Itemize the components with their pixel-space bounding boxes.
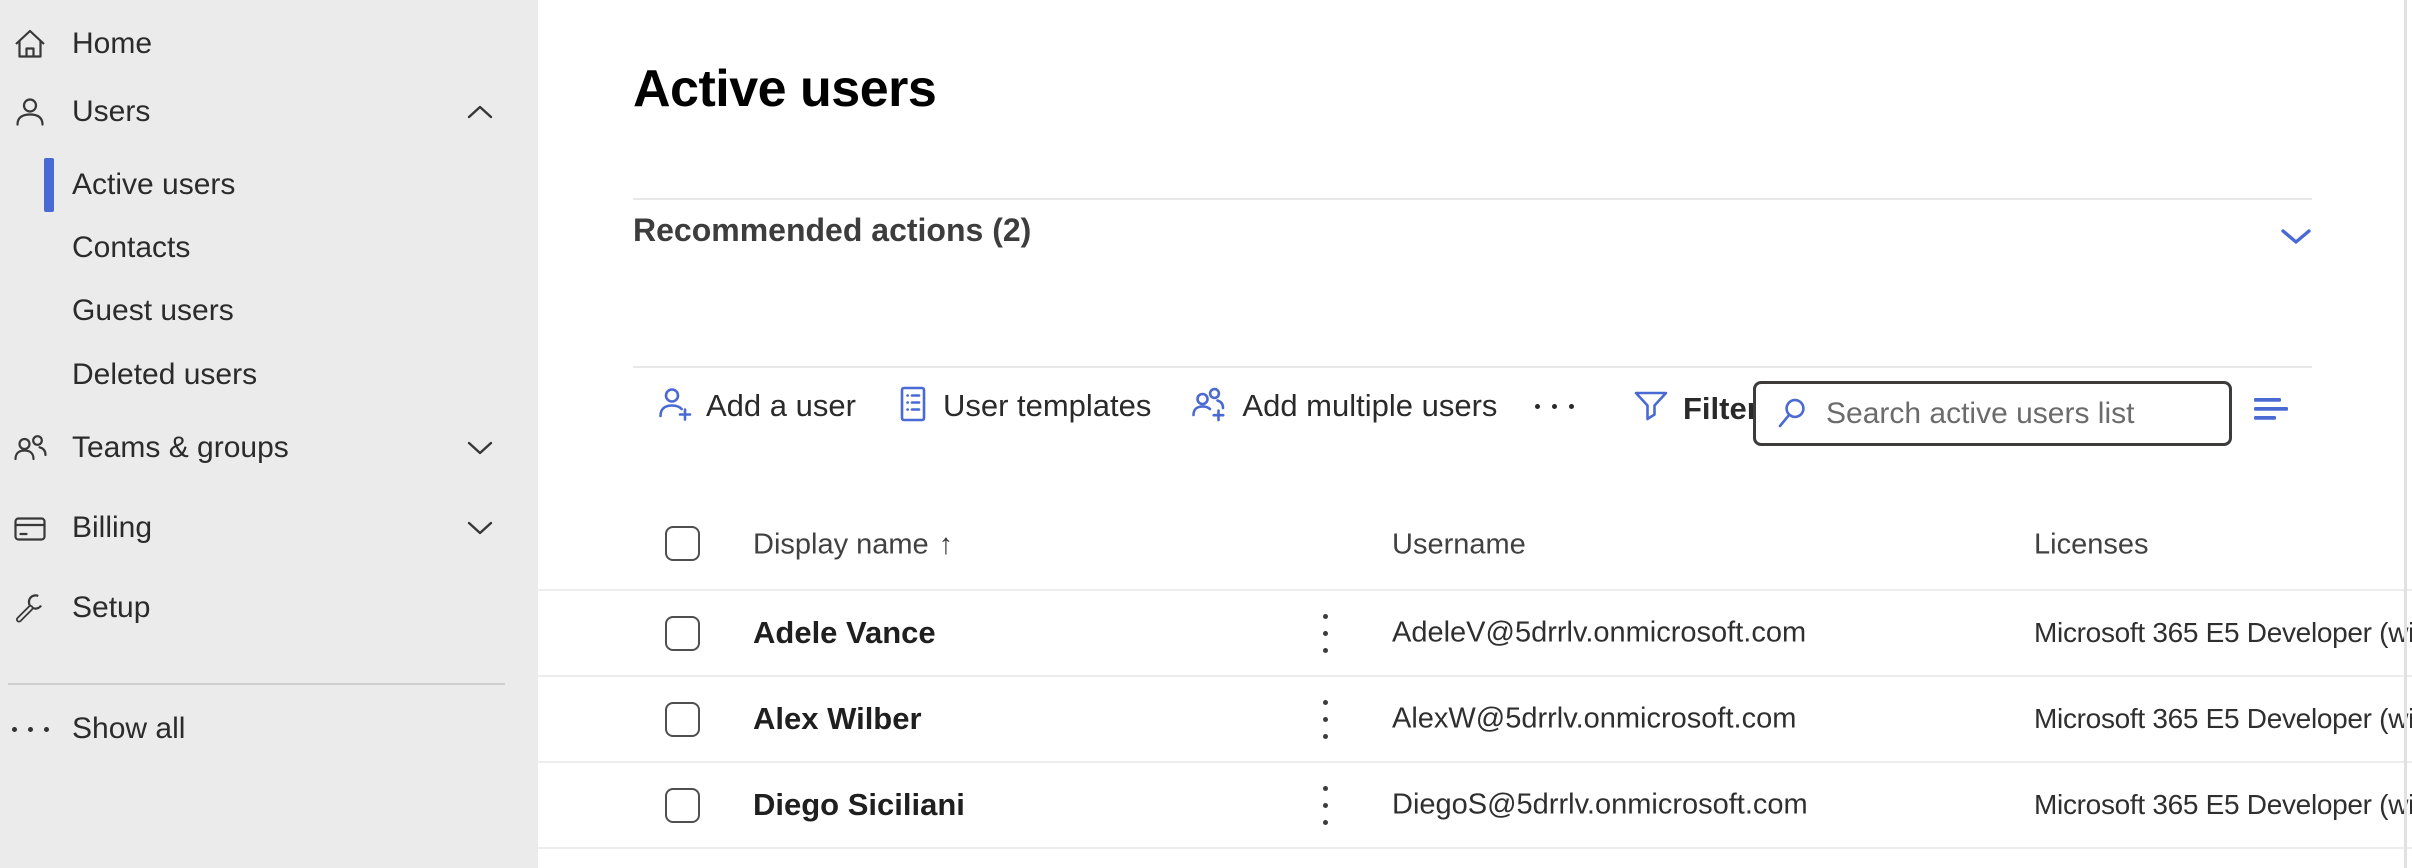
username-cell: AdeleV@5drrlv.onmicrosoft.com bbox=[1392, 617, 1806, 650]
table-row[interactable]: Diego Siciliani DiegoS@5drrlv.onmicrosof… bbox=[538, 763, 2412, 849]
sidebar-item-teams-groups[interactable]: Teams & groups bbox=[0, 420, 538, 476]
sidebar-item-guest-users[interactable]: Guest users bbox=[0, 283, 538, 339]
main-content: Active users Recommended actions (2) Add… bbox=[538, 0, 2412, 868]
table-row[interactable]: Adele Vance AdeleV@5drrlv.onmicrosoft.co… bbox=[538, 591, 2412, 677]
sidebar: Home Users Active users Contacts Guest u bbox=[0, 0, 538, 868]
add-user-label: Add a user bbox=[706, 388, 856, 424]
username-cell: AlexW@5drrlv.onmicrosoft.com bbox=[1392, 703, 1796, 736]
person-icon bbox=[10, 92, 50, 132]
sidebar-item-label: Show all bbox=[72, 712, 185, 746]
recommended-actions-heading: Recommended actions (2) bbox=[633, 212, 1031, 249]
display-name-cell[interactable]: Diego Siciliani bbox=[753, 787, 965, 823]
row-actions-kebab-icon[interactable] bbox=[1310, 610, 1340, 656]
row-checkbox[interactable] bbox=[665, 702, 700, 737]
sidebar-divider bbox=[8, 683, 505, 685]
divider bbox=[633, 198, 2312, 200]
chevron-down-icon bbox=[466, 440, 494, 456]
column-header-licenses[interactable]: Licenses bbox=[2034, 528, 2148, 561]
search-input[interactable] bbox=[1824, 396, 2221, 432]
sidebar-item-contacts[interactable]: Contacts bbox=[0, 220, 538, 276]
template-icon bbox=[894, 383, 932, 430]
active-users-table: Display name ↑ Username Licenses Adele Va… bbox=[538, 500, 2412, 849]
row-checkbox[interactable] bbox=[665, 788, 700, 823]
user-templates-label: User templates bbox=[943, 388, 1151, 424]
column-header-username[interactable]: Username bbox=[1392, 528, 1526, 561]
chevron-down-icon bbox=[466, 520, 494, 536]
page-title: Active users bbox=[633, 59, 936, 119]
select-all-checkbox[interactable] bbox=[665, 526, 700, 561]
sidebar-item-active-users[interactable]: Active users bbox=[0, 157, 538, 213]
licenses-cell: Microsoft 365 E5 Developer (withou bbox=[2034, 789, 2412, 821]
sidebar-item-billing[interactable]: Billing bbox=[0, 500, 538, 556]
display-name-cell[interactable]: Adele Vance bbox=[753, 615, 936, 651]
sidebar-item-label: Teams & groups bbox=[72, 431, 289, 465]
people-add-icon bbox=[1189, 383, 1231, 430]
sidebar-item-label: Users bbox=[72, 95, 150, 129]
row-actions-kebab-icon[interactable] bbox=[1310, 782, 1340, 828]
ellipsis-icon bbox=[10, 709, 50, 749]
column-header-label: Display name bbox=[753, 528, 929, 560]
sidebar-item-deleted-users[interactable]: Deleted users bbox=[0, 347, 538, 403]
m365-admin-active-users-page: Home Users Active users Contacts Guest u bbox=[0, 0, 2412, 868]
more-actions-button[interactable] bbox=[1535, 404, 1574, 409]
person-add-icon bbox=[655, 383, 695, 430]
wrench-icon bbox=[10, 588, 50, 628]
sidebar-item-home[interactable]: Home bbox=[0, 16, 538, 72]
sidebar-item-label: Home bbox=[72, 27, 152, 61]
search-box bbox=[1753, 381, 2232, 446]
add-user-button[interactable]: Add a user bbox=[655, 383, 856, 430]
more-ellipsis-icon bbox=[1535, 404, 1574, 409]
add-multiple-users-label: Add multiple users bbox=[1242, 388, 1497, 424]
licenses-cell: Microsoft 365 E5 Developer (withou bbox=[2034, 617, 2412, 649]
card-icon bbox=[10, 508, 50, 548]
column-header-display-name[interactable]: Display name ↑ bbox=[753, 528, 953, 561]
username-cell: DiegoS@5drrlv.onmicrosoft.com bbox=[1392, 789, 1808, 822]
sidebar-item-show-all[interactable]: Show all bbox=[0, 701, 538, 757]
sort-options-icon[interactable] bbox=[2254, 396, 2294, 426]
home-icon bbox=[10, 24, 50, 64]
display-name-cell[interactable]: Alex Wilber bbox=[753, 701, 922, 737]
funnel-icon bbox=[1631, 386, 1671, 431]
row-actions-kebab-icon[interactable] bbox=[1310, 696, 1340, 742]
sidebar-item-label: Deleted users bbox=[72, 358, 257, 392]
divider bbox=[633, 366, 2312, 368]
table-row[interactable]: Alex Wilber AlexW@5drrlv.onmicrosoft.com… bbox=[538, 677, 2412, 763]
sidebar-item-setup[interactable]: Setup bbox=[0, 580, 538, 636]
sidebar-item-label: Billing bbox=[72, 511, 152, 545]
people-icon bbox=[10, 428, 50, 468]
user-templates-button[interactable]: User templates bbox=[894, 383, 1151, 430]
licenses-cell: Microsoft 365 E5 Developer (withou bbox=[2034, 703, 2412, 735]
sidebar-item-label: Setup bbox=[72, 591, 150, 625]
scrollbar-track[interactable] bbox=[2404, 0, 2407, 868]
table-header-row: Display name ↑ Username Licenses bbox=[538, 500, 2412, 591]
toolbar: Add a user User templates bbox=[655, 382, 1574, 430]
row-checkbox[interactable] bbox=[665, 616, 700, 651]
search-icon bbox=[1774, 395, 1812, 433]
sidebar-item-label: Active users bbox=[72, 168, 235, 202]
filter-label: Filter bbox=[1683, 391, 1759, 427]
sidebar-item-label: Guest users bbox=[72, 294, 234, 328]
sidebar-item-label: Contacts bbox=[72, 231, 190, 265]
sidebar-item-users[interactable]: Users bbox=[0, 84, 538, 140]
filter-button[interactable]: Filter bbox=[1631, 386, 1759, 431]
add-multiple-users-button[interactable]: Add multiple users bbox=[1189, 383, 1497, 430]
chevron-up-icon bbox=[466, 104, 494, 120]
recommended-actions-expand-button[interactable] bbox=[2278, 224, 2314, 250]
sort-ascending-icon: ↑ bbox=[939, 528, 954, 560]
